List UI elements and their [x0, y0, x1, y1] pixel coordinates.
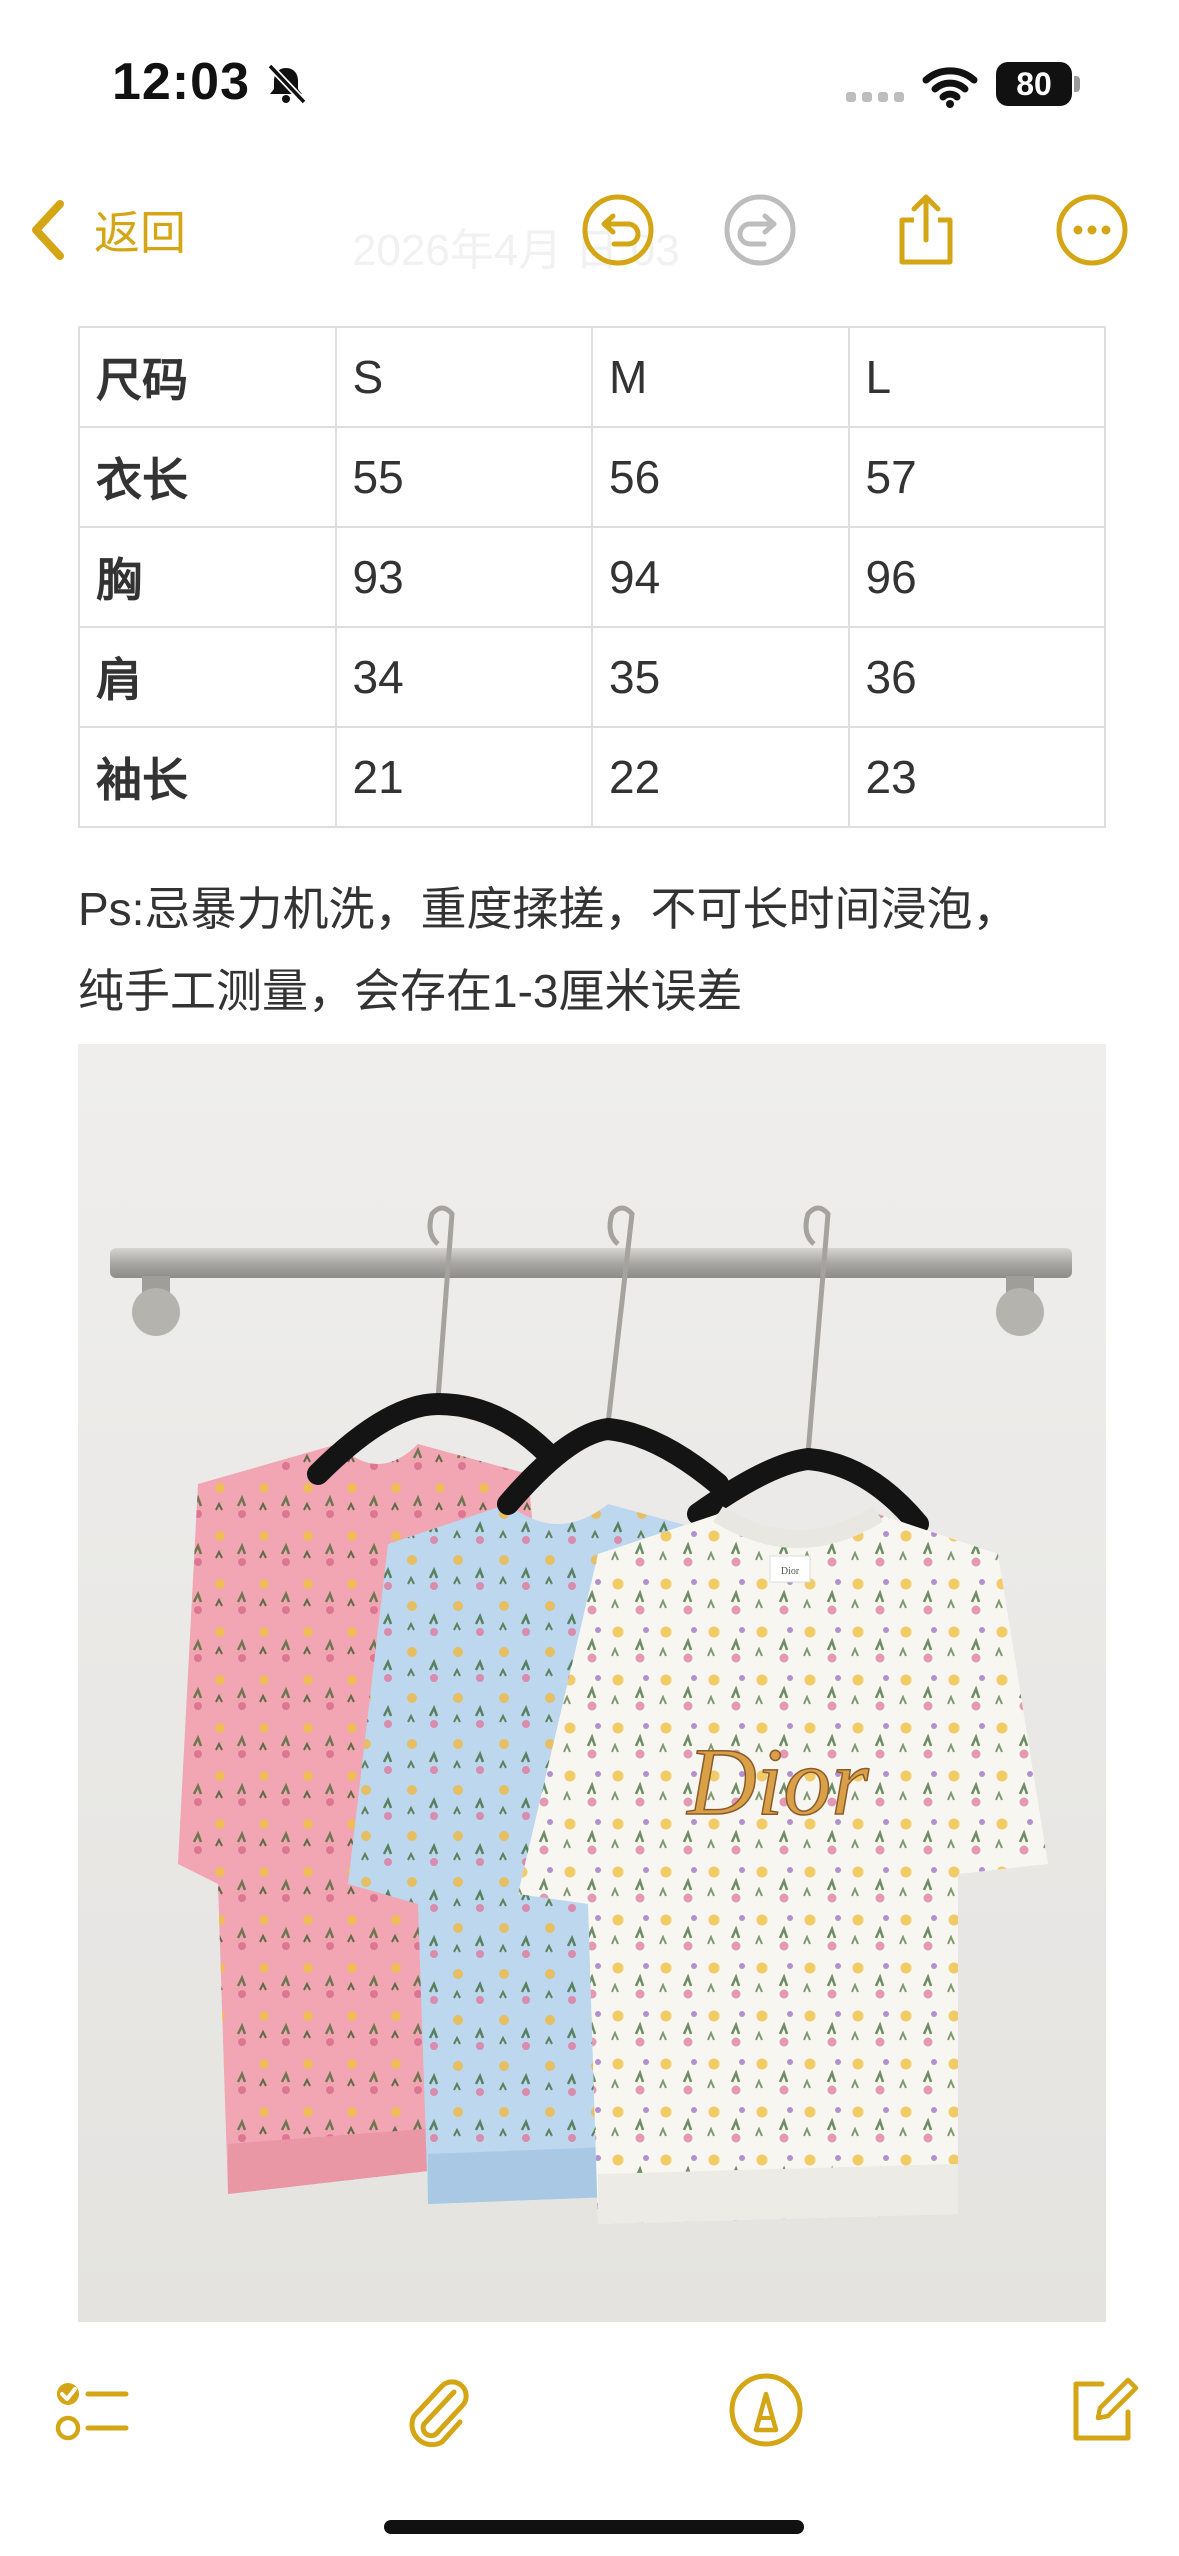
neck-label-text: Dior: [781, 1566, 800, 1577]
table-cell: 胸: [78, 526, 337, 628]
table-row: 尺码 S M L: [78, 326, 1106, 428]
table-row: 胸 93 94 96: [78, 526, 1106, 628]
redo-icon: [724, 194, 796, 266]
dior-logo: Dior: [685, 1728, 869, 1835]
wifi-icon: [922, 64, 978, 108]
redo-button[interactable]: [722, 192, 798, 268]
cellular-signal-icon: [846, 88, 906, 104]
battery-tip: [1074, 76, 1080, 92]
attachment-button[interactable]: [396, 2370, 476, 2450]
back-label: 返回: [94, 207, 186, 259]
undo-icon: [582, 194, 654, 266]
table-cell: 21: [334, 726, 593, 828]
status-bar: 12:03 80: [0, 0, 1179, 150]
more-button[interactable]: [1054, 192, 1130, 268]
notes-screen: 12:03 80 返回 2026年4月 日 03 尺码 S M L 衣长 55 …: [0, 0, 1179, 2556]
checklist-icon: [55, 2383, 129, 2441]
table-cell: 96: [847, 526, 1106, 628]
checklist-button[interactable]: [52, 2370, 132, 2450]
care-note: Ps:忌暴力机洗，重度揉搓，不可长时间浸泡， 纯手工测量，会存在1-3厘米误差: [78, 868, 1138, 1032]
table-cell: 35: [591, 626, 850, 728]
compose-icon: [1073, 2377, 1139, 2441]
table-cell: 56: [591, 426, 850, 528]
table-cell: 23: [847, 726, 1106, 828]
care-note-line-2: 纯手工测量，会存在1-3厘米误差: [78, 965, 743, 1017]
bottom-toolbar: [0, 2350, 1179, 2470]
more-icon: [1056, 194, 1128, 266]
table-row: 袖长 21 22 23: [78, 726, 1106, 828]
table-cell: 22: [591, 726, 850, 828]
table-row: 衣长 55 56 57: [78, 426, 1106, 528]
status-time: 12:03: [112, 53, 250, 111]
table-cell: 肩: [78, 626, 337, 728]
table-cell: 57: [847, 426, 1106, 528]
table-cell: 尺码: [78, 326, 337, 428]
nav-bar: 返回 2026年4月 日 03: [0, 170, 1179, 290]
size-chart-table: 尺码 S M L 衣长 55 56 57 胸 93 94 96 肩 34 35: [78, 326, 1106, 828]
undo-button[interactable]: [580, 192, 656, 268]
markup-pen-icon: [729, 2373, 803, 2447]
table-cell: S: [334, 326, 593, 428]
tshirts-on-rack-image: Dior Dior: [78, 1044, 1106, 2322]
paperclip-icon: [409, 2379, 469, 2448]
home-indicator[interactable]: [384, 2520, 804, 2534]
table-cell: 36: [847, 626, 1106, 728]
silent-bell-icon: [264, 62, 308, 106]
table-cell: 34: [334, 626, 593, 728]
share-button[interactable]: [888, 192, 964, 268]
table-cell: L: [847, 326, 1106, 428]
chevron-left-icon: [32, 200, 64, 260]
care-note-line-1: Ps:忌暴力机洗，重度揉搓，不可长时间浸泡，: [78, 883, 1019, 935]
table-cell: 袖长: [78, 726, 337, 828]
product-photo[interactable]: Dior Dior: [78, 1044, 1106, 2322]
battery-level: 80: [996, 62, 1072, 106]
table-cell: M: [591, 326, 850, 428]
markup-button[interactable]: [726, 2370, 806, 2450]
table-cell: 55: [334, 426, 593, 528]
compose-button[interactable]: [1062, 2370, 1142, 2450]
battery-icon: 80: [996, 62, 1080, 106]
share-icon: [899, 194, 953, 265]
table-cell: 衣长: [78, 426, 337, 528]
table-cell: 94: [591, 526, 850, 628]
table-row: 肩 34 35 36: [78, 626, 1106, 728]
back-button[interactable]: 返回: [26, 190, 186, 270]
table-cell: 93: [334, 526, 593, 628]
